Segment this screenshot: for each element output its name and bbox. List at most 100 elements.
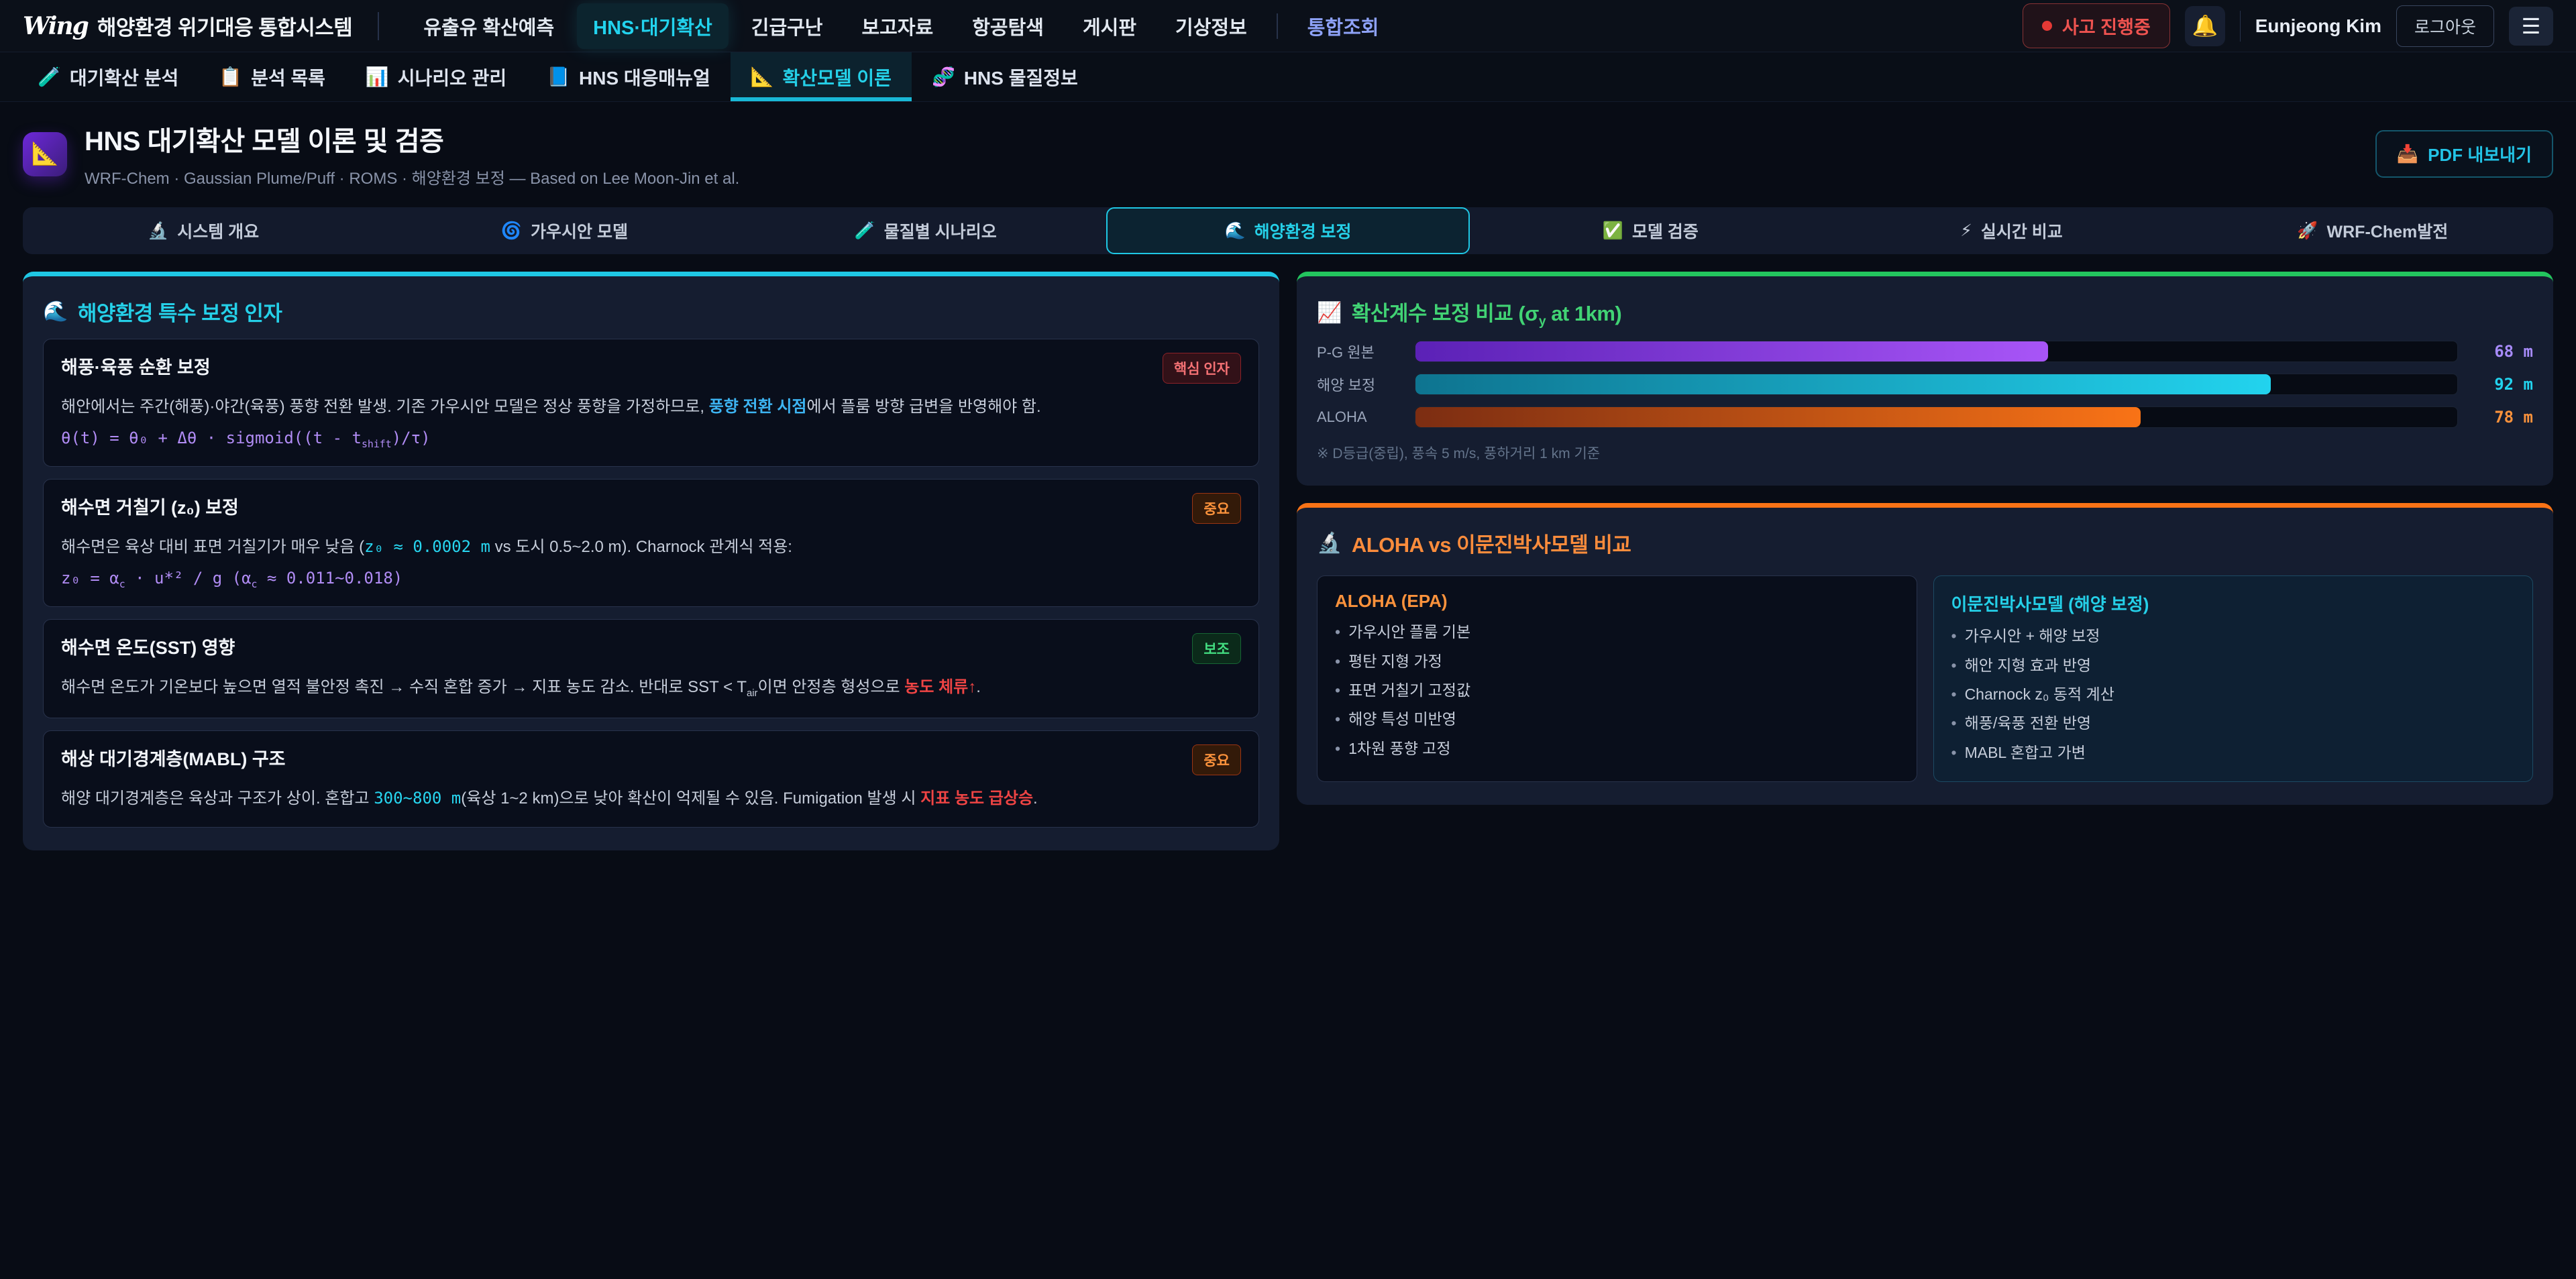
- main-nav-item[interactable]: 기상정보: [1159, 3, 1263, 49]
- sub-tab[interactable]: 📘HNS 대응매뉴얼: [527, 52, 731, 101]
- aloha-model-card: ALOHA (EPA) •가우시안 플룸 기본•평탄 지형 가정•표면 거칠기 …: [1317, 575, 1917, 782]
- list-item: •가우시안 플룸 기본: [1335, 621, 1899, 643]
- list-item: •가우시안 + 해양 보정: [1951, 625, 2516, 647]
- bar-row: ALOHA78 m: [1317, 406, 2533, 428]
- section-tab[interactable]: 🌀가우시안 모델: [384, 207, 745, 254]
- list-item-label: 가우시안 + 해양 보정: [1965, 625, 2100, 647]
- list-item: •Charnock z₀ 동적 계산: [1951, 683, 2516, 706]
- sub-tab-label: 대기확산 분석: [70, 64, 178, 91]
- list-item-label: 해양 특성 미반영: [1348, 708, 1456, 730]
- bullet-icon: •: [1951, 683, 1957, 706]
- notifications-button[interactable]: 🔔: [2185, 6, 2225, 46]
- section-tab[interactable]: ⚡실시간 비교: [1831, 207, 2192, 254]
- formula: z₀ = αc · u*² / g (αc ≈ 0.011~0.018): [61, 569, 1241, 590]
- sub-tab[interactable]: 📊시나리오 관리: [345, 52, 527, 101]
- list-item-label: 1차원 풍향 고정: [1348, 738, 1451, 760]
- list-item: •해양 특성 미반영: [1335, 708, 1899, 730]
- sub-tab-icon: 📋: [219, 66, 242, 88]
- list-item-label: 해안 지형 효과 반영: [1965, 655, 2091, 677]
- main-nav: 유출유 확산예측HNS·대기확산긴급구난보고자료항공탐색게시판기상정보 통합조회: [407, 3, 2023, 49]
- section-tab-icon: 🌊: [1224, 221, 1245, 241]
- dispersion-bar-chart: P-G 원본68 m해양 보정92 mALOHA78 m: [1317, 341, 2533, 428]
- dispersion-coefficient-panel: 📈 확산계수 보정 비교 (σy at 1km) P-G 원본68 m해양 보정…: [1297, 272, 2553, 486]
- section-tab-label: 물질별 시나리오: [884, 219, 997, 243]
- download-icon: 📥: [2397, 144, 2418, 164]
- list-item: •1차원 풍향 고정: [1335, 738, 1899, 760]
- menu-button[interactable]: ☰: [2509, 7, 2553, 46]
- sub-tab[interactable]: 📐확산모델 이론: [731, 52, 912, 101]
- text-segment: 풍향 전환 시점: [709, 398, 807, 416]
- bullet-icon: •: [1335, 679, 1340, 702]
- text-segment: .: [976, 678, 981, 696]
- bar-value: 92 m: [2471, 375, 2533, 394]
- section-tab[interactable]: 🚀WRF-Chem발전: [2192, 207, 2553, 254]
- aloha-feature-list: •가우시안 플룸 기본•평탄 지형 가정•표면 거칠기 고정값•해양 특성 미반…: [1335, 621, 1899, 760]
- sub-tab[interactable]: 📋분석 목록: [199, 52, 345, 101]
- ocean-correction-panel: 🌊 해양환경 특수 보정 인자 해풍·육풍 순환 보정핵심 인자해안에서는 주간…: [23, 272, 1279, 850]
- bullet-icon: •: [1951, 712, 1957, 734]
- wing-logo: Wing: [23, 12, 88, 40]
- section-tab-bar: 🔬 시스템 개요 🌀가우시안 모델🧪물질별 시나리오 🌊 해양환경 보정 ✅모델 검증⚡실…: [23, 207, 2553, 254]
- main-nav-item[interactable]: 긴급구난: [735, 3, 839, 49]
- text-segment: 농도 체류↑: [904, 678, 976, 696]
- incident-status-badge: 사고 진행중: [2023, 3, 2170, 48]
- pdf-export-button[interactable]: 📥 PDF 내보내기: [2375, 130, 2553, 178]
- main-nav-item[interactable]: 게시판: [1067, 3, 1152, 49]
- section-tab-label: 해양환경 보정: [1254, 219, 1352, 243]
- aloha-card-title: ALOHA (EPA): [1335, 591, 1899, 612]
- main-content: 🌊 해양환경 특수 보정 인자 해풍·육풍 순환 보정핵심 인자해안에서는 주간…: [23, 272, 2553, 850]
- text-segment: · u*² / g (α: [125, 569, 252, 588]
- section-tab-label: 시스템 개요: [177, 219, 259, 243]
- section-tab-label: 모델 검증: [1632, 219, 1699, 243]
- panel-title-label: ALOHA vs 이문진박사모델 비교: [1352, 528, 1631, 558]
- sub-tab-icon: 📐: [751, 66, 774, 88]
- text-segment: 해양 대기경계층은 육상과 구조가 상이. 혼합고: [61, 789, 374, 808]
- comparison-panel-title: 🔬 ALOHA vs 이문진박사모델 비교: [1317, 528, 2533, 558]
- card-title: 해수면 거칠기 (z₀) 보정: [61, 493, 239, 519]
- section-tab-icon: 🔬: [148, 221, 168, 241]
- ocean-correction-title: 🌊 해양환경 특수 보정 인자: [43, 296, 1259, 327]
- main-nav-item[interactable]: 항공탐색: [956, 3, 1060, 49]
- sub-tab-icon: 🧬: [932, 66, 955, 88]
- main-nav-item[interactable]: 보고자료: [846, 3, 950, 49]
- brand-logo[interactable]: Wing 해양환경 위기대응 통합시스템: [23, 11, 352, 41]
- card-header: 해수면 온도(SST) 영향보조: [61, 633, 1241, 664]
- logout-button[interactable]: 로그아웃: [2396, 5, 2494, 47]
- card-body: 해양 대기경계층은 육상과 구조가 상이. 혼합고 300~800 m(육상 1…: [61, 786, 1241, 811]
- sub-tab[interactable]: 🧪 대기확산 분석: [17, 52, 199, 101]
- section-tab[interactable]: 🌊 해양환경 보정: [1106, 207, 1470, 254]
- section-tab[interactable]: 🧪물질별 시나리오: [745, 207, 1106, 254]
- right-column: 📈 확산계수 보정 비교 (σy at 1km) P-G 원본68 m해양 보정…: [1297, 272, 2553, 805]
- sub-tab[interactable]: 🧬 HNS 물질정보: [912, 52, 1098, 101]
- text-segment: 지표 농도 급상승: [920, 789, 1033, 808]
- card-body: 해수면은 육상 대비 표면 거칠기가 매우 낮음 (z₀ ≈ 0.0002 m …: [61, 535, 1241, 559]
- page-subtitle: WRF-Chem · Gaussian Plume/Puff · ROMS · …: [85, 165, 739, 188]
- section-tab-label: 가우시안 모델: [531, 219, 628, 243]
- divider: [1277, 13, 1278, 39]
- text-segment: )/τ): [392, 429, 431, 447]
- text-segment: c: [119, 578, 125, 590]
- pdf-export-label: PDF 내보내기: [2428, 142, 2532, 166]
- section-tab[interactable]: 🔬 시스템 개요: [23, 207, 384, 254]
- list-item: • 표면 거칠기 고정값: [1335, 679, 1899, 702]
- main-nav-item[interactable]: 유출유 확산예측: [407, 3, 570, 49]
- section-tab[interactable]: ✅모델 검증: [1470, 207, 1831, 254]
- section-tab-label: WRF-Chem발전: [2327, 219, 2449, 243]
- priority-badge: 중요: [1192, 744, 1241, 775]
- main-nav-item[interactable]: 통합조회: [1291, 3, 1395, 49]
- bar-track: [1415, 374, 2458, 395]
- priority-badge: 중요: [1192, 493, 1241, 524]
- list-item-label: 표면 거칠기 고정값: [1348, 679, 1470, 702]
- brand-title: 해양환경 위기대응 통합시스템: [97, 11, 353, 41]
- sub-tab-icon: 🧪: [38, 66, 61, 88]
- bar-label: ALOHA: [1317, 408, 1401, 426]
- sub-tab-icon: 📊: [366, 66, 389, 88]
- list-item: • 해풍/육풍 전환 반영: [1951, 712, 2516, 734]
- sub-tab-label: HNS 물질정보: [964, 64, 1078, 91]
- ocean-corrected-model-card: 이문진박사모델 (해양 보정) •가우시안 + 해양 보정•해안 지형 효과 반…: [1933, 575, 2534, 782]
- bullet-icon: •: [1951, 655, 1957, 677]
- list-item: •MABL 혼합고 가변: [1951, 742, 2516, 764]
- divider: [378, 12, 379, 40]
- list-item-label: 해풍/육풍 전환 반영: [1965, 712, 2091, 734]
- main-nav-item[interactable]: HNS·대기확산: [577, 3, 729, 49]
